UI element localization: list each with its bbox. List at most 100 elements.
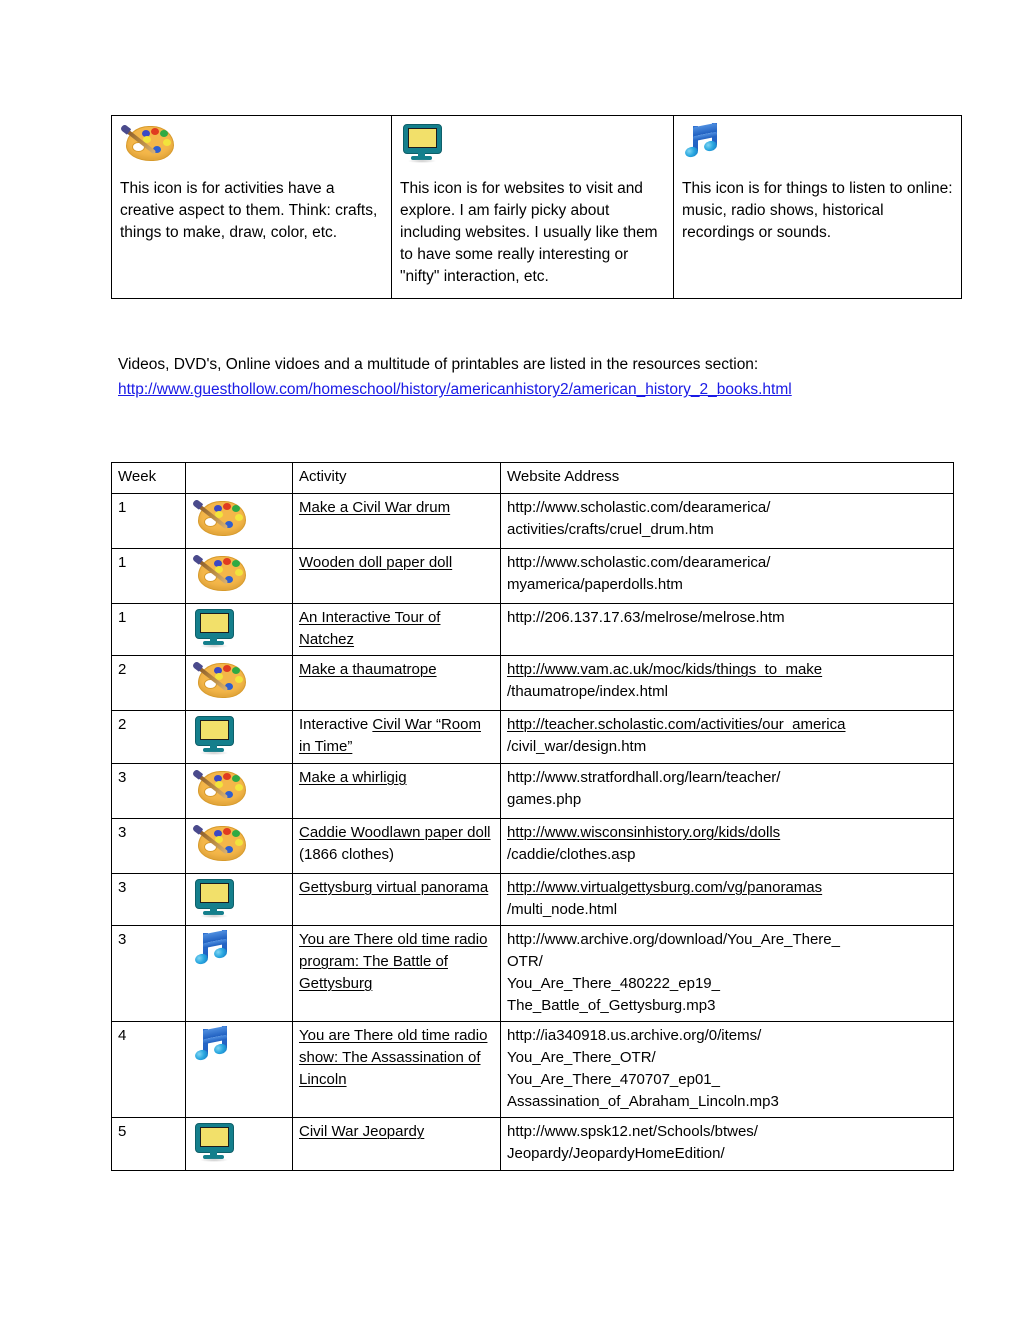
activity-link[interactable]: You are There old time radio show: The A… <box>299 1027 487 1088</box>
website-address-line[interactable]: http://www.scholastic.com/dearamerica/ <box>507 497 947 519</box>
website-address-line[interactable]: games.php <box>507 789 947 811</box>
website-address-line[interactable]: http://www.virtualgettysburg.com/vg/pano… <box>507 877 947 899</box>
monitor-icon <box>192 714 236 756</box>
cell-icon <box>185 1117 293 1171</box>
legend-icon-slot <box>119 122 383 178</box>
activity-link[interactable]: Make a whirligig <box>299 769 407 786</box>
palette-icon <box>191 822 248 868</box>
website-address-line[interactable]: You_Are_There_OTR/ <box>507 1047 947 1069</box>
legend-icon-slot <box>682 122 953 178</box>
cell-icon <box>185 710 293 764</box>
schedule-body: 1 Make a Civil War drum http://www.scholas… <box>111 492 954 1171</box>
header-activity: Activity <box>292 462 501 494</box>
activity-link[interactable]: Gettysburg virtual panorama <box>299 879 488 896</box>
activity-link[interactable]: An Interactive Tour of Natchez <box>299 609 440 648</box>
cell-icon <box>185 655 293 712</box>
cell-icon <box>185 547 293 604</box>
website-address-line[interactable]: You_Are_There_480222_ep19_ <box>507 973 947 995</box>
legend-icon-slot <box>400 122 665 178</box>
music-note-icon <box>192 929 232 973</box>
website-address-line[interactable]: Assassination_of_Abraham_Lincoln.mp3 <box>507 1091 947 1113</box>
cell-week: 3 <box>111 925 186 1023</box>
activity-link[interactable]: Caddie Woodlawn paper doll <box>299 824 491 841</box>
website-address-line[interactable]: /civil_war/design.htm <box>507 736 947 758</box>
table-row: 4 You are There old time radio show: The … <box>111 1021 954 1119</box>
palette-icon <box>191 552 248 598</box>
website-address-line[interactable]: http://www.archive.org/download/You_Are_… <box>507 929 947 951</box>
website-address-line[interactable]: Jeopardy/JeopardyHomeEdition/ <box>507 1143 947 1165</box>
activity-link[interactable]: You are There old time radio program: Th… <box>299 931 487 992</box>
activity-link[interactable]: Make a Civil War drum <box>299 499 450 516</box>
table-row: 2 Make a thaumatrope http://www.vam.ac.uk/… <box>111 655 954 712</box>
music-note-icon <box>682 122 722 166</box>
website-address-line[interactable]: activities/crafts/cruel_drum.htm <box>507 519 947 541</box>
table-row: 1 An Interactive Tour of Natchez http://20… <box>111 602 954 657</box>
cell-website-address: http://www.virtualgettysburg.com/vg/pano… <box>500 872 954 927</box>
cell-website-address: http://www.stratfordhall.org/learn/teach… <box>500 762 954 819</box>
cell-website-address: http://www.scholastic.com/dearamerica/my… <box>500 547 954 604</box>
palette-icon <box>191 659 248 705</box>
resources-link[interactable]: http://www.guesthollow.com/homeschool/hi… <box>118 377 958 402</box>
cell-week: 1 <box>111 547 186 604</box>
table-row: 2 Interactive Civil War “Room in Time” htt… <box>111 710 954 764</box>
cell-activity: Interactive Civil War “Room in Time” <box>292 710 501 764</box>
activity-prefix: Interactive <box>299 716 373 734</box>
website-address-line[interactable]: OTR/ <box>507 951 947 973</box>
document-page: This icon is for activities have a creat… <box>0 0 1020 1320</box>
cell-activity: Gettysburg virtual panorama <box>292 872 501 927</box>
website-address-line[interactable]: /thaumatrope/index.html <box>507 681 947 703</box>
monitor-icon <box>192 877 236 919</box>
schedule-table: Week Activity Website Address 1 Make a Ci… <box>111 462 954 1171</box>
website-address-line[interactable]: You_Are_There_470707_ep01_ <box>507 1069 947 1091</box>
cell-website-address: http://206.137.17.63/melrose/melrose.htm <box>500 602 954 657</box>
table-row: 1 Wooden doll paper doll http://www.schola… <box>111 547 954 604</box>
cell-icon <box>185 492 293 549</box>
monitor-icon <box>192 607 236 649</box>
cell-website-address: http://www.vam.ac.uk/moc/kids/things_to_… <box>500 655 954 712</box>
website-address-line[interactable]: The_Battle_of_Gettysburg.mp3 <box>507 995 947 1017</box>
legend-text-websites: This icon is for websites to visit and e… <box>400 180 658 285</box>
activity-note: (1866 clothes) <box>299 845 395 863</box>
cell-icon <box>185 1021 293 1119</box>
website-address-line[interactable]: http://www.vam.ac.uk/moc/kids/things_to_… <box>507 659 947 681</box>
header-website-address: Website Address <box>500 462 954 494</box>
website-address-line[interactable]: /multi_node.html <box>507 899 947 921</box>
website-address-line[interactable]: /caddie/clothes.asp <box>507 844 947 866</box>
table-row: 3 You are There old time radio program: T… <box>111 925 954 1023</box>
header-week: Week <box>111 462 186 494</box>
website-address-line[interactable]: http://www.spsk12.net/Schools/btwes/ <box>507 1121 947 1143</box>
website-address-line[interactable]: http://206.137.17.63/melrose/melrose.htm <box>507 607 947 629</box>
website-address-line[interactable]: myamerica/paperdolls.htm <box>507 574 947 596</box>
cell-activity: Make a Civil War drum <box>292 492 501 549</box>
table-row: 1 Make a Civil War drum http://www.scholas… <box>111 492 954 549</box>
cell-week: 2 <box>111 710 186 764</box>
palette-icon <box>191 767 248 813</box>
cell-week: 4 <box>111 1021 186 1119</box>
table-row: 5 Civil War Jeopardy http://www.spsk12.net… <box>111 1117 954 1171</box>
website-address-line[interactable]: http://ia340918.us.archive.org/0/items/ <box>507 1025 947 1047</box>
website-address-line[interactable]: http://www.scholastic.com/dearamerica/ <box>507 552 947 574</box>
cell-week: 3 <box>111 817 186 874</box>
cell-activity: Wooden doll paper doll <box>292 547 501 604</box>
activity-link[interactable]: Civil War Jeopardy <box>299 1123 424 1140</box>
legend-table: This icon is for activities have a creat… <box>111 115 962 299</box>
cell-icon <box>185 872 293 927</box>
cell-activity: You are There old time radio show: The A… <box>292 1021 501 1119</box>
website-address-line[interactable]: http://www.stratfordhall.org/learn/teach… <box>507 767 947 789</box>
cell-week: 5 <box>111 1117 186 1171</box>
monitor-icon <box>400 122 444 164</box>
header-icon <box>185 462 293 494</box>
activity-link[interactable]: Make a thaumatrope <box>299 661 437 678</box>
website-address-line[interactable]: http://www.wisconsinhistory.org/kids/dol… <box>507 822 947 844</box>
cell-activity: Civil War Jeopardy <box>292 1117 501 1171</box>
cell-activity: Make a thaumatrope <box>292 655 501 712</box>
music-note-icon <box>192 1025 232 1069</box>
resources-intro-text: Videos, DVD's, Online vidoes and a multi… <box>118 356 759 373</box>
website-address-line[interactable]: http://teacher.scholastic.com/activities… <box>507 714 947 736</box>
activity-link[interactable]: Wooden doll paper doll <box>299 554 452 571</box>
cell-week: 3 <box>111 762 186 819</box>
cell-website-address: http://ia340918.us.archive.org/0/items/Y… <box>500 1021 954 1119</box>
palette-icon <box>191 497 248 543</box>
cell-activity: Make a whirligig <box>292 762 501 819</box>
legend-text-listen: This icon is for things to listen to onl… <box>682 180 953 241</box>
